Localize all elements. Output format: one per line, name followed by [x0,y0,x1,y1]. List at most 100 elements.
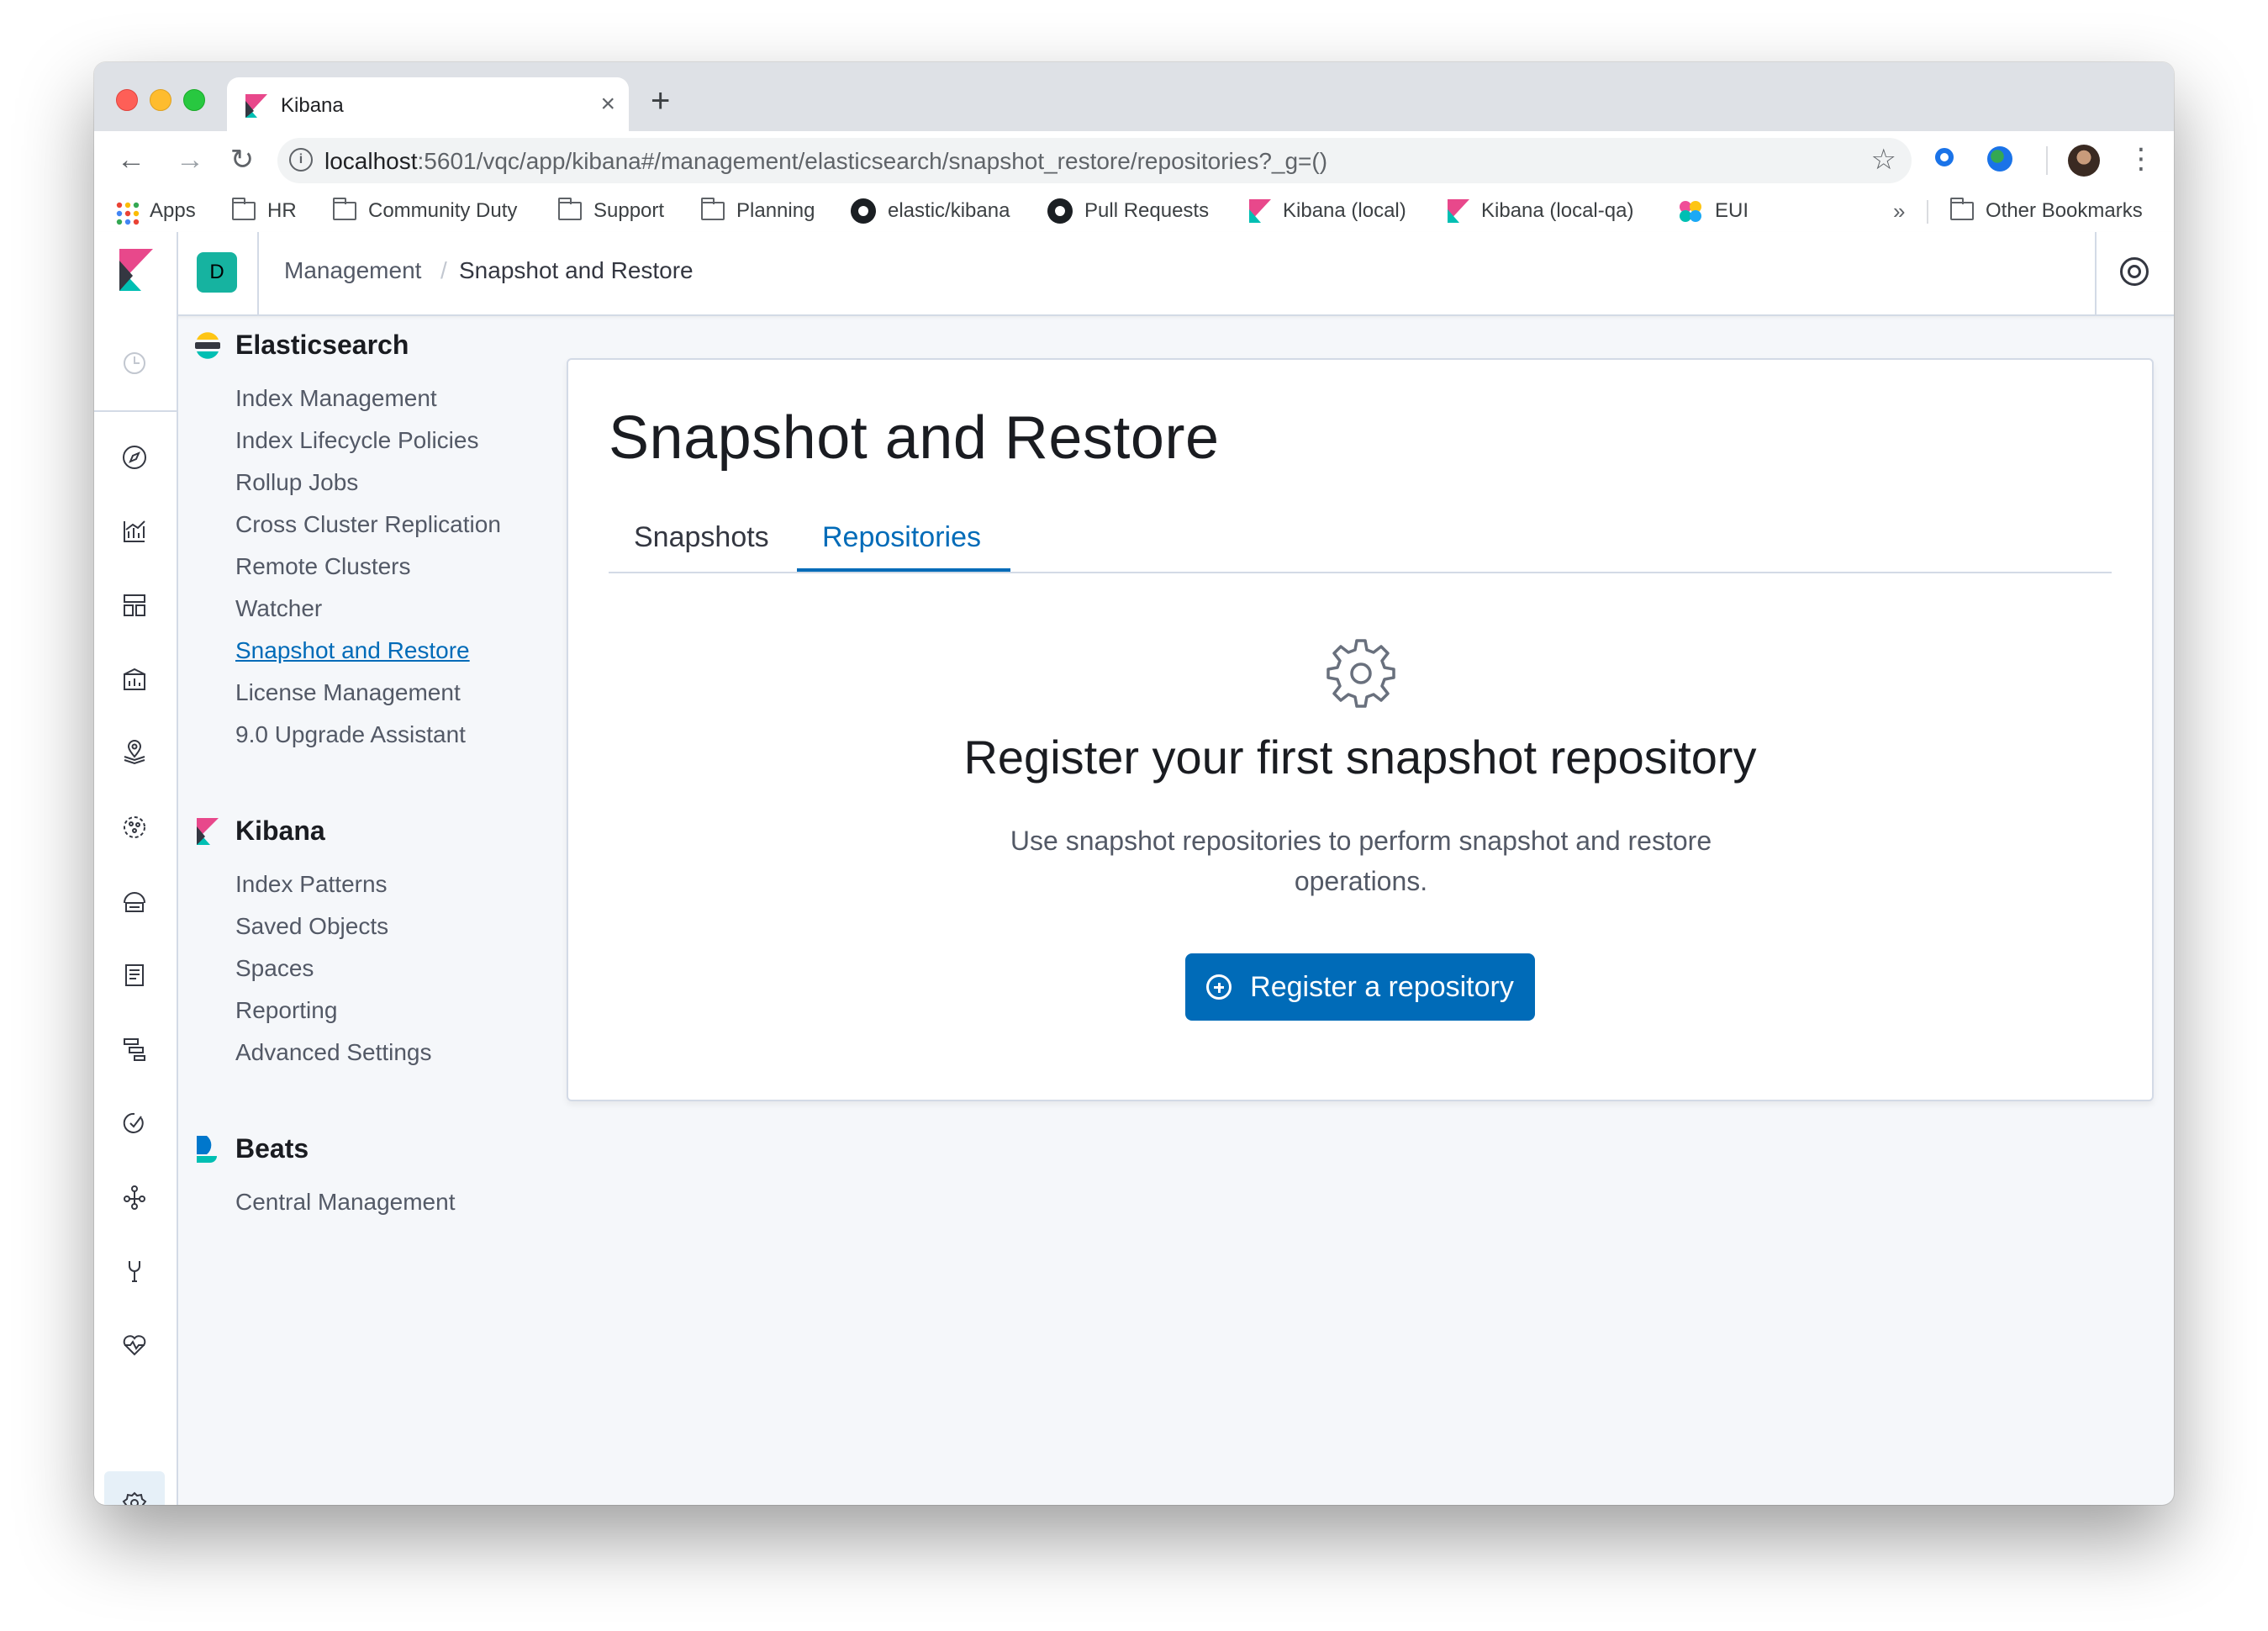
space-avatar[interactable]: D [197,252,237,293]
management-gear-icon[interactable] [118,1486,151,1505]
kibana-favicon-icon [245,94,267,118]
infrastructure-icon[interactable] [118,884,151,918]
folder-icon [332,198,356,220]
folder-icon [1949,198,1974,220]
monitoring-icon[interactable] [118,1328,151,1362]
header-divider [257,232,259,314]
discover-icon[interactable] [118,441,151,474]
bookmark-elastic-kibana[interactable]: elastic/kibana [851,198,1010,224]
tab-snapshots[interactable]: Snapshots [634,521,769,554]
nav-saved-objects[interactable]: Saved Objects [235,913,388,940]
nav-spaces[interactable]: Spaces [235,955,314,982]
url-text[interactable]: localhost:5601/vqc/app/kibana#/managemen… [324,148,1327,175]
bookmark-kibana-local[interactable]: Kibana (local) [1249,198,1406,224]
bookmark-kibana-local-qa[interactable]: Kibana (local-qa) [1448,198,1633,224]
bookmark-label: Pull Requests [1084,199,1210,222]
visualize-icon[interactable] [118,515,151,548]
bookmark-label: Other Bookmarks [1986,199,2143,222]
nav-snapshot-and-restore[interactable]: Snapshot and Restore [235,637,470,664]
github-icon [851,198,876,224]
extension-globe-icon[interactable] [1987,146,2012,172]
back-button[interactable]: ← [114,143,148,177]
bookmark-label: Planning [736,199,815,222]
graph-icon[interactable] [118,1180,151,1214]
bookmark-label: Apps [150,199,196,222]
more-bookmarks-icon[interactable]: » [1893,198,1905,224]
bookmark-planning[interactable]: Planning [700,198,815,224]
tab-repositories[interactable]: Repositories [822,521,981,554]
breadcrumb-management[interactable]: Management [284,257,421,284]
bookmark-label: Kibana (local-qa) [1481,199,1634,222]
bookmark-eui[interactable]: EUI [1678,198,1748,224]
section-title-label: Kibana [235,816,325,846]
machine-learning-icon[interactable] [118,810,151,844]
section-kibana: Kibana [195,816,325,847]
extension-ring-icon[interactable] [1935,148,1954,166]
bookmark-community-duty[interactable]: Community Duty [332,198,518,224]
nav-index-management[interactable]: Index Management [235,385,437,412]
nav-license-management[interactable]: License Management [235,679,461,706]
recently-viewed-icon[interactable] [118,346,151,380]
kibana-logo-icon[interactable] [119,249,153,291]
new-tab-button[interactable]: + [651,84,670,118]
nav-watcher[interactable]: Watcher [235,595,322,622]
nav-advanced-settings[interactable]: Advanced Settings [235,1039,432,1066]
canvas-icon[interactable] [118,662,151,696]
uptime-icon[interactable] [118,1106,151,1140]
gear-icon [1327,639,1395,708]
register-repository-label: Register a repository [1250,970,1514,1003]
logs-icon[interactable] [118,958,151,992]
bookmark-support[interactable]: Support [557,198,665,224]
empty-state-description: Use snapshot repositories to perform sna… [1010,826,1712,896]
section-beats: Beats [195,1133,309,1164]
browser-tab-kibana[interactable]: Kibana × [227,77,629,131]
main-panel: Snapshot and Restore Snapshots Repositor… [567,358,2154,1101]
bookmark-label: EUI [1715,199,1749,222]
site-info-icon[interactable]: i [289,148,313,172]
nav-index-patterns[interactable]: Index Patterns [235,871,388,898]
browser-toolbar: ← → ↻ i localhost:5601/vqc/app/kibana#/m… [94,131,2174,190]
apm-icon[interactable] [118,1032,151,1066]
forward-button[interactable]: → [173,143,207,177]
maximize-window-button[interactable] [183,89,205,111]
nav-index-lifecycle-policies[interactable]: Index Lifecycle Policies [235,427,478,454]
close-window-button[interactable] [116,89,138,111]
bookmark-label: Community Duty [368,199,518,222]
bookmark-pull-requests[interactable]: Pull Requests [1047,198,1209,224]
section-elasticsearch: Elasticsearch [195,330,409,361]
plus-in-circle-icon [1206,974,1232,1000]
folder-icon [231,198,256,220]
reload-button[interactable]: ↻ [225,143,259,177]
address-bar[interactable]: i localhost:5601/vqc/app/kibana#/managem… [277,138,1912,183]
bookmark-other[interactable]: Other Bookmarks [1949,198,2143,224]
nav-cross-cluster-replication[interactable]: Cross Cluster Replication [235,511,501,538]
maps-icon[interactable] [118,736,151,770]
browser-window: Kibana × + ← → ↻ i localhost:5601/vqc/ap… [94,62,2174,1505]
folder-icon [700,198,725,220]
help-icon[interactable] [2120,257,2149,286]
section-title-label: Beats [235,1133,309,1164]
dev-tools-icon[interactable] [118,1254,151,1288]
nav-upgrade-assistant[interactable]: 9.0 Upgrade Assistant [235,721,466,748]
nav-remote-clusters[interactable]: Remote Clusters [235,553,411,580]
bookmark-star-icon[interactable]: ☆ [1871,143,1896,177]
nav-central-management[interactable]: Central Management [235,1189,455,1216]
close-tab-icon[interactable]: × [600,89,615,119]
url-path: :5601/vqc/app/kibana#/management/elastic… [417,148,1328,174]
header-divider [2095,232,2097,314]
toolbar-divider [2046,146,2048,175]
minimize-window-button[interactable] [150,89,171,111]
register-repository-button[interactable]: Register a repository [1185,953,1535,1021]
nav-rollup-jobs[interactable]: Rollup Jobs [235,469,358,496]
dashboard-icon[interactable] [118,589,151,622]
bookmark-hr[interactable]: HR [231,198,297,224]
bookmarks-divider [1927,200,1928,224]
bookmark-label: Support [593,199,665,222]
browser-menu-icon[interactable]: ⋮ [2127,140,2155,178]
header-divider [177,232,178,314]
url-host: localhost [324,148,418,174]
profile-avatar[interactable] [2068,145,2100,177]
bookmark-apps[interactable]: Apps [116,198,196,225]
section-title-label: Elasticsearch [235,330,409,360]
nav-reporting[interactable]: Reporting [235,997,337,1024]
